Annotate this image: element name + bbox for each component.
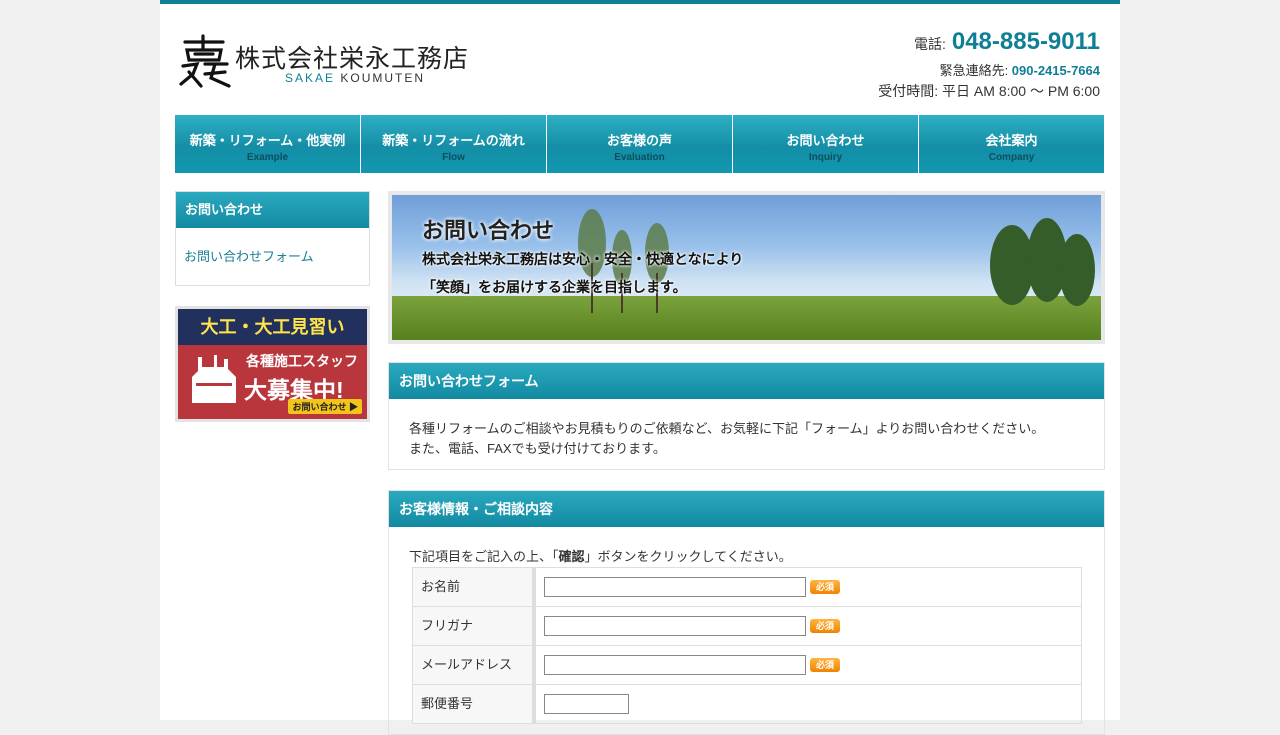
nav-item-inquiry[interactable]: お問い合わせ Inquiry <box>733 115 919 173</box>
instr-bold: 確認 <box>558 549 585 564</box>
nav-item-sublabel: Company <box>988 152 1035 163</box>
contact-form-table: お名前 必須 フリガナ 必須 メールアドレス 必須 郵便番号 <box>412 567 1082 724</box>
field-label-postal: 郵便番号 <box>412 684 536 724</box>
form-instruction: 下記項目をご記入の上、「確認」ボタンをクリックしてください。 <box>409 547 1084 567</box>
field-cell: 必須 <box>533 606 1082 646</box>
required-badge: 必須 <box>810 619 841 634</box>
sidebar-menu: お問い合わせ お問い合わせフォーム <box>175 191 370 286</box>
postal-code-input[interactable] <box>544 694 629 715</box>
intro-section: お問い合わせフォーム 各種リフォームのご相談やお見積もりのご依頼など、お気軽に下… <box>388 362 1105 470</box>
table-row: 郵便番号 <box>412 684 1082 724</box>
nav-item-label: お問い合わせ <box>786 133 865 148</box>
page: 株式会社栄永工務店 SAKAE KOUMUTEN 電話: 048-885-9011… <box>160 0 1120 735</box>
nav-item-sublabel: Example <box>246 152 289 163</box>
nav-item-evaluation[interactable]: お客様の声 Evaluation <box>547 115 733 173</box>
field-label-email: メールアドレス <box>412 645 536 685</box>
nav-item-example[interactable]: 新築・リフォーム・他実例 Example <box>175 115 361 173</box>
company-romaji: SAKAE KOUMUTEN <box>285 71 425 85</box>
form-section-heading: お客様情報・ご相談内容 <box>389 491 1104 527</box>
banner-button-label: お問い合わせ <box>292 402 347 412</box>
form-section-body: 下記項目をご記入の上、「確認」ボタンをクリックしてください。 お名前 必須 フリ… <box>389 527 1104 734</box>
logo-mark-icon <box>179 34 231 88</box>
table-row: フリガナ 必須 <box>412 606 1082 646</box>
instr-after: 」ボタンをクリックしてください。 <box>584 549 792 564</box>
nav-item-sublabel: Evaluation <box>614 152 665 163</box>
banner-line1: 各種施工スタッフ <box>246 353 358 369</box>
required-badge: 必須 <box>810 580 841 595</box>
intro-line2: また、電話、FAXでも受け付けております。 <box>409 441 666 456</box>
intro-section-heading: お問い合わせフォーム <box>389 363 1104 399</box>
field-cell: 必須 <box>533 567 1082 607</box>
toolbox-icon <box>192 355 236 403</box>
email-input[interactable] <box>544 655 806 676</box>
header-contact: 電話: 048-885-9011 緊急連絡先: 090-2415-7664 受付時… <box>878 28 1100 101</box>
furigana-input[interactable] <box>544 616 806 637</box>
intro-section-body: 各種リフォームのご相談やお見積もりのご依頼など、お気軽に下記「フォーム」よりお問… <box>389 399 1104 469</box>
emergency-number[interactable]: 090-2415-7664 <box>1012 63 1100 78</box>
company-romaji-rest: KOUMUTEN <box>335 71 426 85</box>
company-logo[interactable]: 株式会社栄永工務店 SAKAE KOUMUTEN <box>175 34 485 94</box>
nav-item-flow[interactable]: 新築・リフォームの流れ Flow <box>361 115 547 173</box>
emergency-label: 緊急連絡先: <box>939 63 1012 78</box>
intro-line1: 各種リフォームのご相談やお見積もりのご依頼など、お気軽に下記「フォーム」よりお問… <box>409 421 1045 436</box>
field-cell <box>533 684 1082 724</box>
nav-item-sublabel: Inquiry <box>808 152 843 163</box>
table-row: お名前 必須 <box>412 567 1082 607</box>
recruit-banner[interactable]: 大工・大工見習い 各種施工スタッフ 大募集中! お問い合わせ ▶ <box>175 306 370 422</box>
banner-button: お問い合わせ ▶ <box>288 399 362 414</box>
hero-line2: 「笑顔」をお届けする企業を目指します。 <box>422 279 687 295</box>
main-content: お問い合わせ 株式会社栄永工務店は安心・安全・快適となにより 「笑顔」をお届けす… <box>388 191 1105 735</box>
global-nav: 新築・リフォーム・他実例 Example 新築・リフォームの流れ Flow お客… <box>175 115 1104 173</box>
hero-image: お問い合わせ 株式会社栄永工務店は安心・安全・快適となにより 「笑顔」をお届けす… <box>392 195 1101 340</box>
tel-label: 電話: <box>913 36 946 52</box>
recruit-banner-image: 大工・大工見習い 各種施工スタッフ 大募集中! お問い合わせ ▶ <box>178 309 367 419</box>
arrow-right-icon: ▶ <box>348 402 358 412</box>
name-input[interactable] <box>544 577 806 598</box>
hero-banner: お問い合わせ 株式会社栄永工務店は安心・安全・快適となにより 「笑顔」をお届けす… <box>388 191 1105 344</box>
banner-title: 大工・大工見習い <box>178 309 367 345</box>
sidebar: お問い合わせ お問い合わせフォーム 大工・大工見習い 各種施工スタッフ 大募集中… <box>175 191 370 422</box>
sidebar-link-inquiry-form[interactable]: お問い合わせフォーム <box>176 228 369 285</box>
hero-title: お問い合わせ <box>422 218 555 243</box>
emergency-row: 緊急連絡先: 090-2415-7664 <box>878 60 1100 79</box>
field-label-name: お名前 <box>412 567 536 607</box>
tel-number[interactable]: 048-885-9011 <box>952 28 1100 55</box>
field-label-furigana: フリガナ <box>412 606 536 646</box>
form-section: お客様情報・ご相談内容 下記項目をご記入の上、「確認」ボタンをクリックしてくださ… <box>388 490 1105 735</box>
instr-before: 下記項目をご記入の上、「 <box>409 549 559 564</box>
field-cell: 必須 <box>533 645 1082 685</box>
nav-item-label: 会社案内 <box>985 133 1038 148</box>
company-romaji-accent: SAKAE <box>285 71 336 85</box>
tel-row: 電話: 048-885-9011 <box>878 28 1100 56</box>
nav-item-label: お客様の声 <box>606 133 672 148</box>
company-name: 株式会社栄永工務店 <box>235 44 470 73</box>
table-row: メールアドレス 必須 <box>412 645 1082 685</box>
nav-item-company[interactable]: 会社案内 Company <box>919 115 1104 173</box>
sidebar-heading: お問い合わせ <box>176 192 369 228</box>
nav-item-sublabel: Flow <box>442 152 465 163</box>
nav-item-label: 新築・リフォームの流れ <box>382 133 525 148</box>
business-hours: 受付時間: 平日 AM 8:00 ～ PM 6:00 <box>878 83 1100 99</box>
tree-illustration-right <box>990 218 1095 306</box>
hero-line1: 株式会社栄永工務店は安心・安全・快適となにより <box>422 251 744 267</box>
required-badge: 必須 <box>810 658 841 673</box>
nav-item-label: 新築・リフォーム・他実例 <box>189 133 346 148</box>
